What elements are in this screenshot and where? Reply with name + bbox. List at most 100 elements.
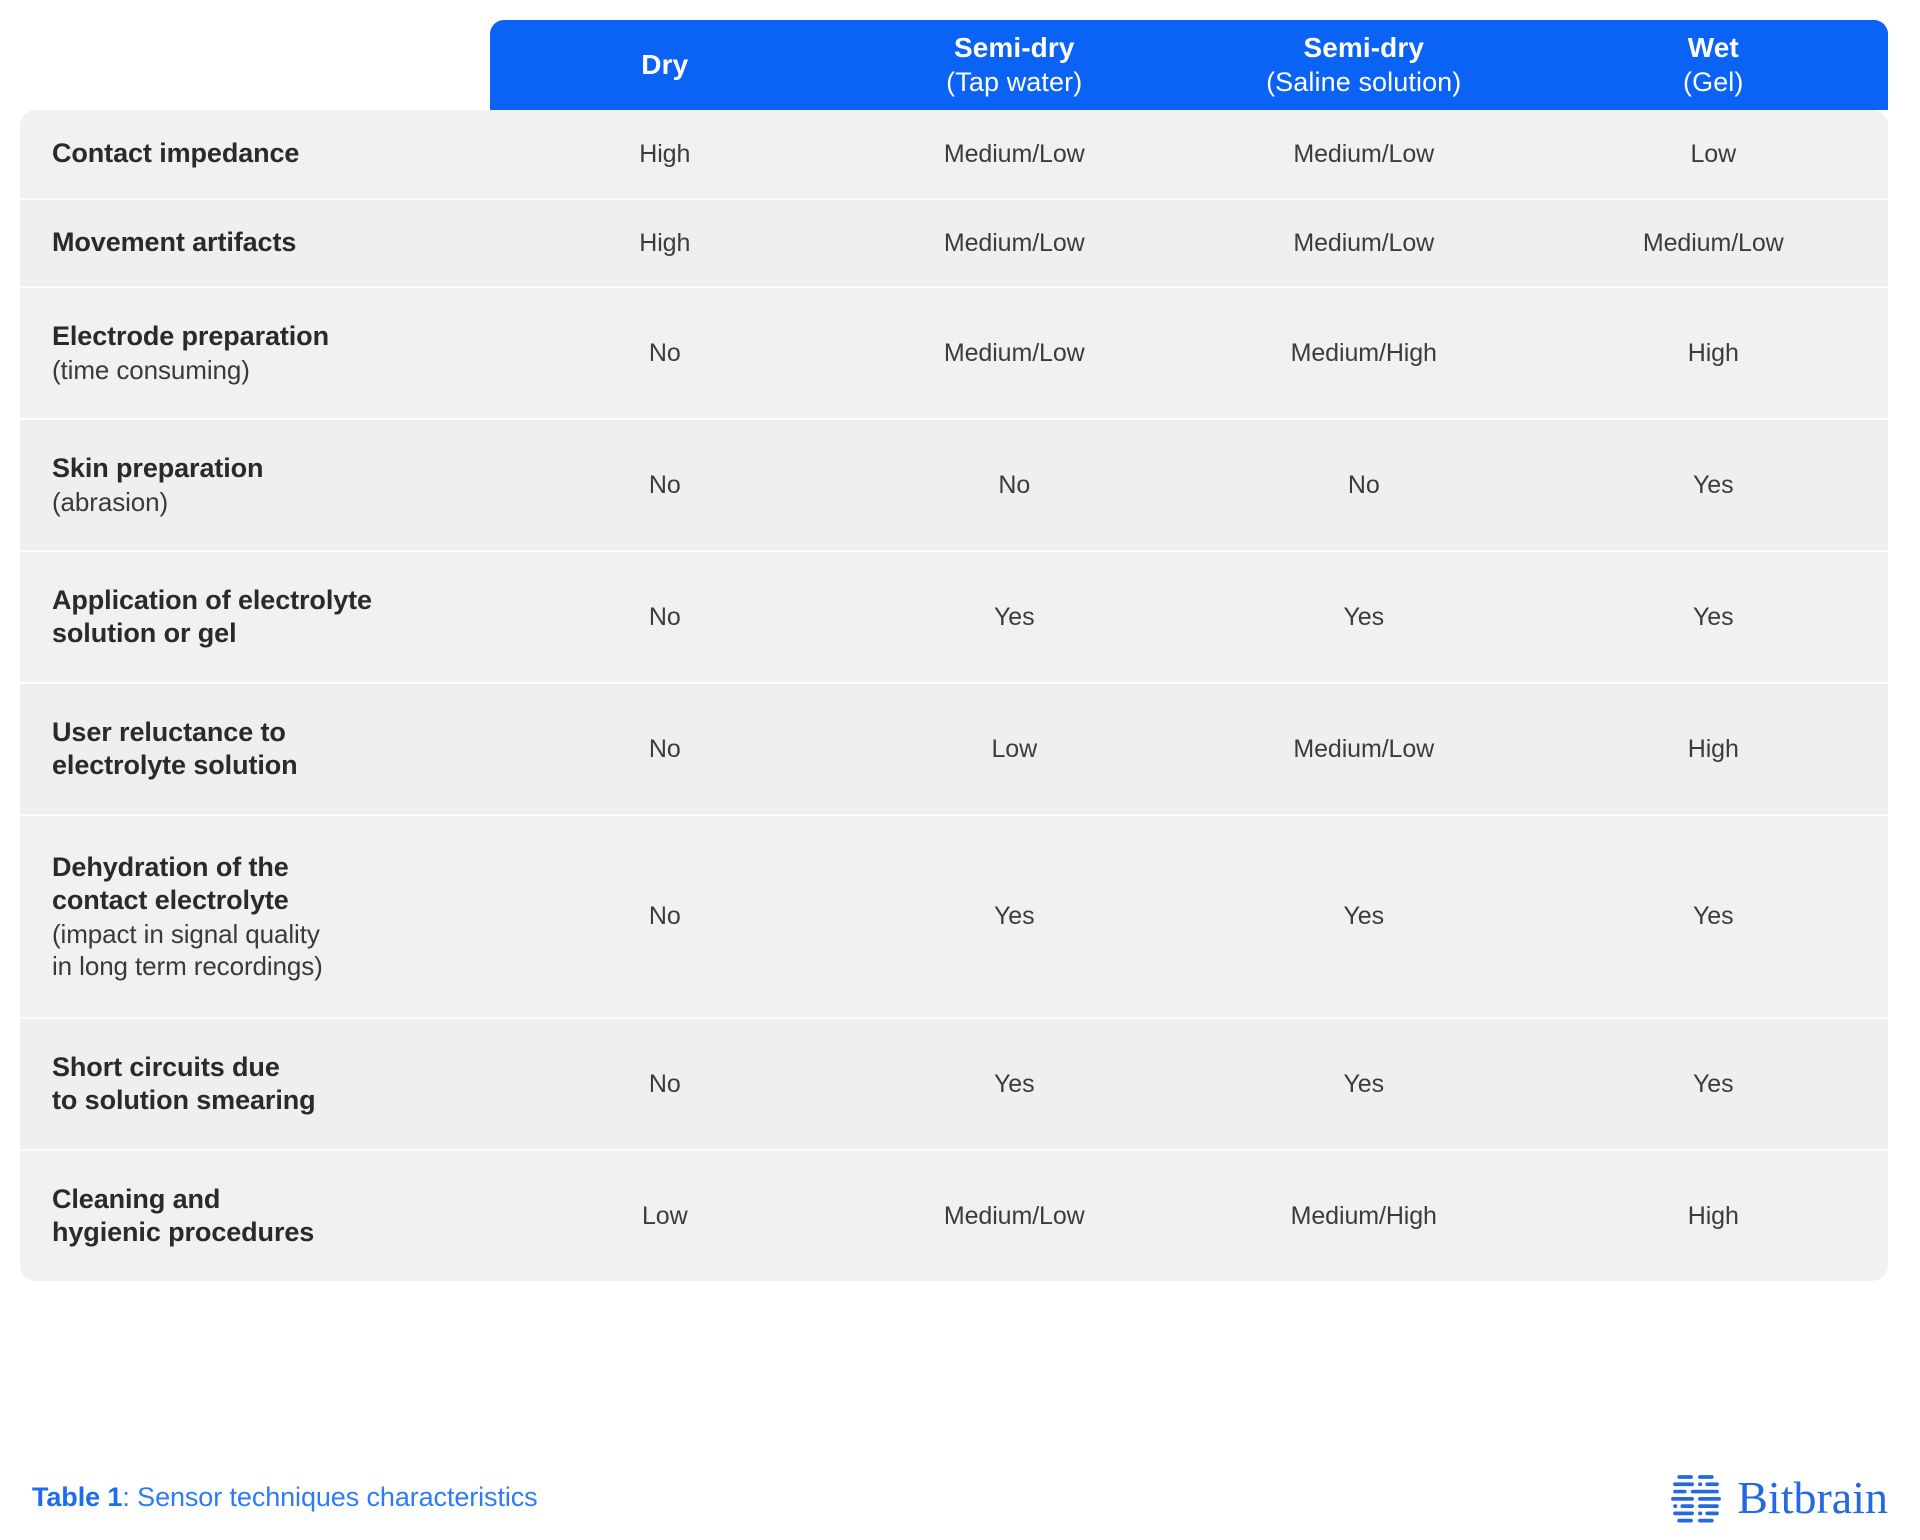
table-caption: Table 1: Sensor techniques characteristi…	[32, 1482, 538, 1513]
column-header-wet-gel: Wet (Gel)	[1539, 31, 1889, 98]
table-cell: Low	[991, 734, 1038, 763]
table-cell: Medium/Low	[943, 1201, 1085, 1230]
table-row: Movement artifacts High Medium/Low Medium/L…	[20, 198, 1888, 286]
row-label: Electrode preparation (time consuming)	[20, 288, 490, 418]
row-label-line: Short circuits due	[52, 1051, 280, 1082]
column-header-dry-title: Dry	[641, 48, 689, 80]
row-label-line: hygienic procedures	[52, 1217, 315, 1247]
table-row: Application of electrolyte solution or ge…	[20, 550, 1888, 682]
table-cell: Yes	[1693, 1069, 1734, 1098]
table-cell: Low	[641, 1201, 688, 1230]
row-cells: No Yes Yes Yes	[490, 1019, 1888, 1149]
table-cell: No	[648, 902, 681, 930]
table-cell: Medium/Low	[1293, 734, 1435, 763]
table-cell: Yes	[1693, 602, 1734, 631]
table-cell: High	[1687, 1201, 1739, 1230]
brand-name: Bitbrain	[1737, 1471, 1888, 1523]
row-label: User reluctance to electrolyte solution	[20, 684, 490, 814]
column-header-semidry-saline-subtitle: (Saline solution)	[1266, 66, 1462, 97]
table-cell: Yes	[994, 602, 1035, 631]
row-label-line: to solution smearing	[52, 1085, 316, 1115]
table-cell: Low	[1690, 139, 1737, 168]
row-label: Cleaning and hygienic procedures	[20, 1151, 490, 1281]
table-cell: No	[648, 338, 681, 367]
row-cells: No Yes Yes Yes	[490, 816, 1888, 1017]
row-sublabel-line: (abrasion)	[52, 486, 169, 517]
row-label-line: Movement artifacts	[52, 227, 297, 258]
table-row: User reluctance to electrolyte solution No…	[20, 682, 1888, 814]
table-row: Cleaning and hygienic procedures Low Medium…	[20, 1149, 1888, 1281]
figure-footer: Table 1: Sensor techniques characteristi…	[0, 1455, 1920, 1540]
table-row: Contact impedance High Medium/Low Medium/Lo…	[20, 110, 1888, 198]
figure-table-1: Dry Semi-dry (Tap water) Semi-dry (Salin…	[0, 0, 1920, 1540]
row-label-line: Application of electrolyte	[52, 584, 372, 615]
row-label-line: Contact impedance	[52, 138, 300, 169]
table-cell: No	[998, 470, 1031, 499]
table-cell: Medium/Low	[1642, 228, 1784, 257]
column-header-semidry-saline: Semi-dry (Saline solution)	[1189, 31, 1539, 98]
row-label-line: Skin preparation	[52, 453, 264, 484]
row-label-line: Dehydration of the	[52, 851, 289, 882]
column-header-wet-gel-subtitle: (Gel)	[1683, 66, 1744, 97]
brand-logo: Bitbrain	[1669, 1471, 1888, 1525]
row-label: Dehydration of the contact electrolyte (im…	[20, 816, 490, 1017]
row-label-line: User reluctance to	[52, 716, 286, 747]
table-cell: No	[648, 470, 681, 499]
table-caption-label: Table 1	[32, 1482, 123, 1512]
table-header-band: Dry Semi-dry (Tap water) Semi-dry (Salin…	[490, 20, 1888, 110]
column-header-semidry-saline-title: Semi-dry	[1303, 32, 1425, 64]
table-cell: Medium/High	[1290, 1201, 1437, 1230]
column-header-semidry-tapwater-subtitle: (Tap water)	[946, 66, 1083, 97]
table-cell: Medium/High	[1290, 338, 1437, 367]
row-label-line: Cleaning and	[52, 1183, 221, 1214]
table-cell: High	[639, 139, 691, 168]
row-sublabel-line: (impact in signal quality	[52, 918, 320, 949]
row-label-line: solution or gel	[52, 618, 237, 648]
row-cells: High Medium/Low Medium/Low Medium/Low	[490, 200, 1888, 286]
table-row: Skin preparation (abrasion) No No No Yes	[20, 418, 1888, 550]
table-cell: Yes	[1693, 902, 1734, 930]
table-row: Dehydration of the contact electrolyte (im…	[20, 814, 1888, 1017]
row-label: Skin preparation (abrasion)	[20, 420, 490, 550]
table-cell: Medium/Low	[943, 228, 1085, 257]
table-cell: Medium/Low	[943, 139, 1085, 168]
row-label-line: electrolyte solution	[52, 750, 298, 780]
row-cells: No No No Yes	[490, 420, 1888, 550]
row-sublabel-line: in long term recordings)	[52, 950, 323, 981]
table-cell: Yes	[994, 902, 1035, 930]
table-cell: Medium/Low	[943, 338, 1085, 367]
table-row: Electrode preparation (time consuming) No M…	[20, 286, 1888, 418]
row-cells: No Yes Yes Yes	[490, 552, 1888, 682]
row-label: Contact impedance	[20, 110, 490, 198]
table-cell: No	[648, 602, 681, 631]
column-header-semidry-tapwater-title: Semi-dry	[953, 32, 1075, 64]
table-row: Short circuits due to solution smearing No…	[20, 1017, 1888, 1149]
table-cell: No	[648, 1069, 681, 1098]
table-cell: High	[1687, 338, 1739, 367]
table-cell: Medium/Low	[1293, 228, 1435, 257]
table-cell: Medium/Low	[1293, 139, 1435, 168]
row-sublabel-line: (time consuming)	[52, 354, 250, 385]
table-body: Contact impedance High Medium/Low Medium/Lo…	[20, 110, 1888, 1281]
row-label: Application of electrolyte solution or ge…	[20, 552, 490, 682]
table-cell: Yes	[1343, 902, 1385, 930]
table-cell: No	[1347, 470, 1380, 499]
table-cell: Yes	[994, 1069, 1035, 1098]
table-cell: Yes	[1343, 1069, 1385, 1098]
table-cell: No	[648, 734, 681, 763]
row-cells: Low Medium/Low Medium/High High	[490, 1151, 1888, 1281]
column-header-dry: Dry	[490, 48, 840, 82]
row-label-line: Electrode preparation	[52, 321, 329, 352]
bitbrain-dashes-logo-icon	[1671, 1474, 1722, 1523]
column-header-wet-gel-title: Wet	[1687, 32, 1739, 64]
row-cells: No Low Medium/Low High	[490, 684, 1888, 814]
table-caption-text: Sensor techniques characteristics	[137, 1482, 538, 1512]
row-label: Movement artifacts	[20, 200, 490, 286]
table-cell: Yes	[1343, 602, 1385, 631]
table-caption-separator: :	[122, 1482, 138, 1512]
table-cell: Yes	[1693, 470, 1734, 499]
column-header-semidry-tapwater: Semi-dry (Tap water)	[840, 31, 1190, 98]
row-label-line: contact electrolyte	[52, 885, 289, 916]
row-cells: High Medium/Low Medium/Low Low	[490, 110, 1888, 198]
table-cell: High	[1687, 734, 1739, 763]
